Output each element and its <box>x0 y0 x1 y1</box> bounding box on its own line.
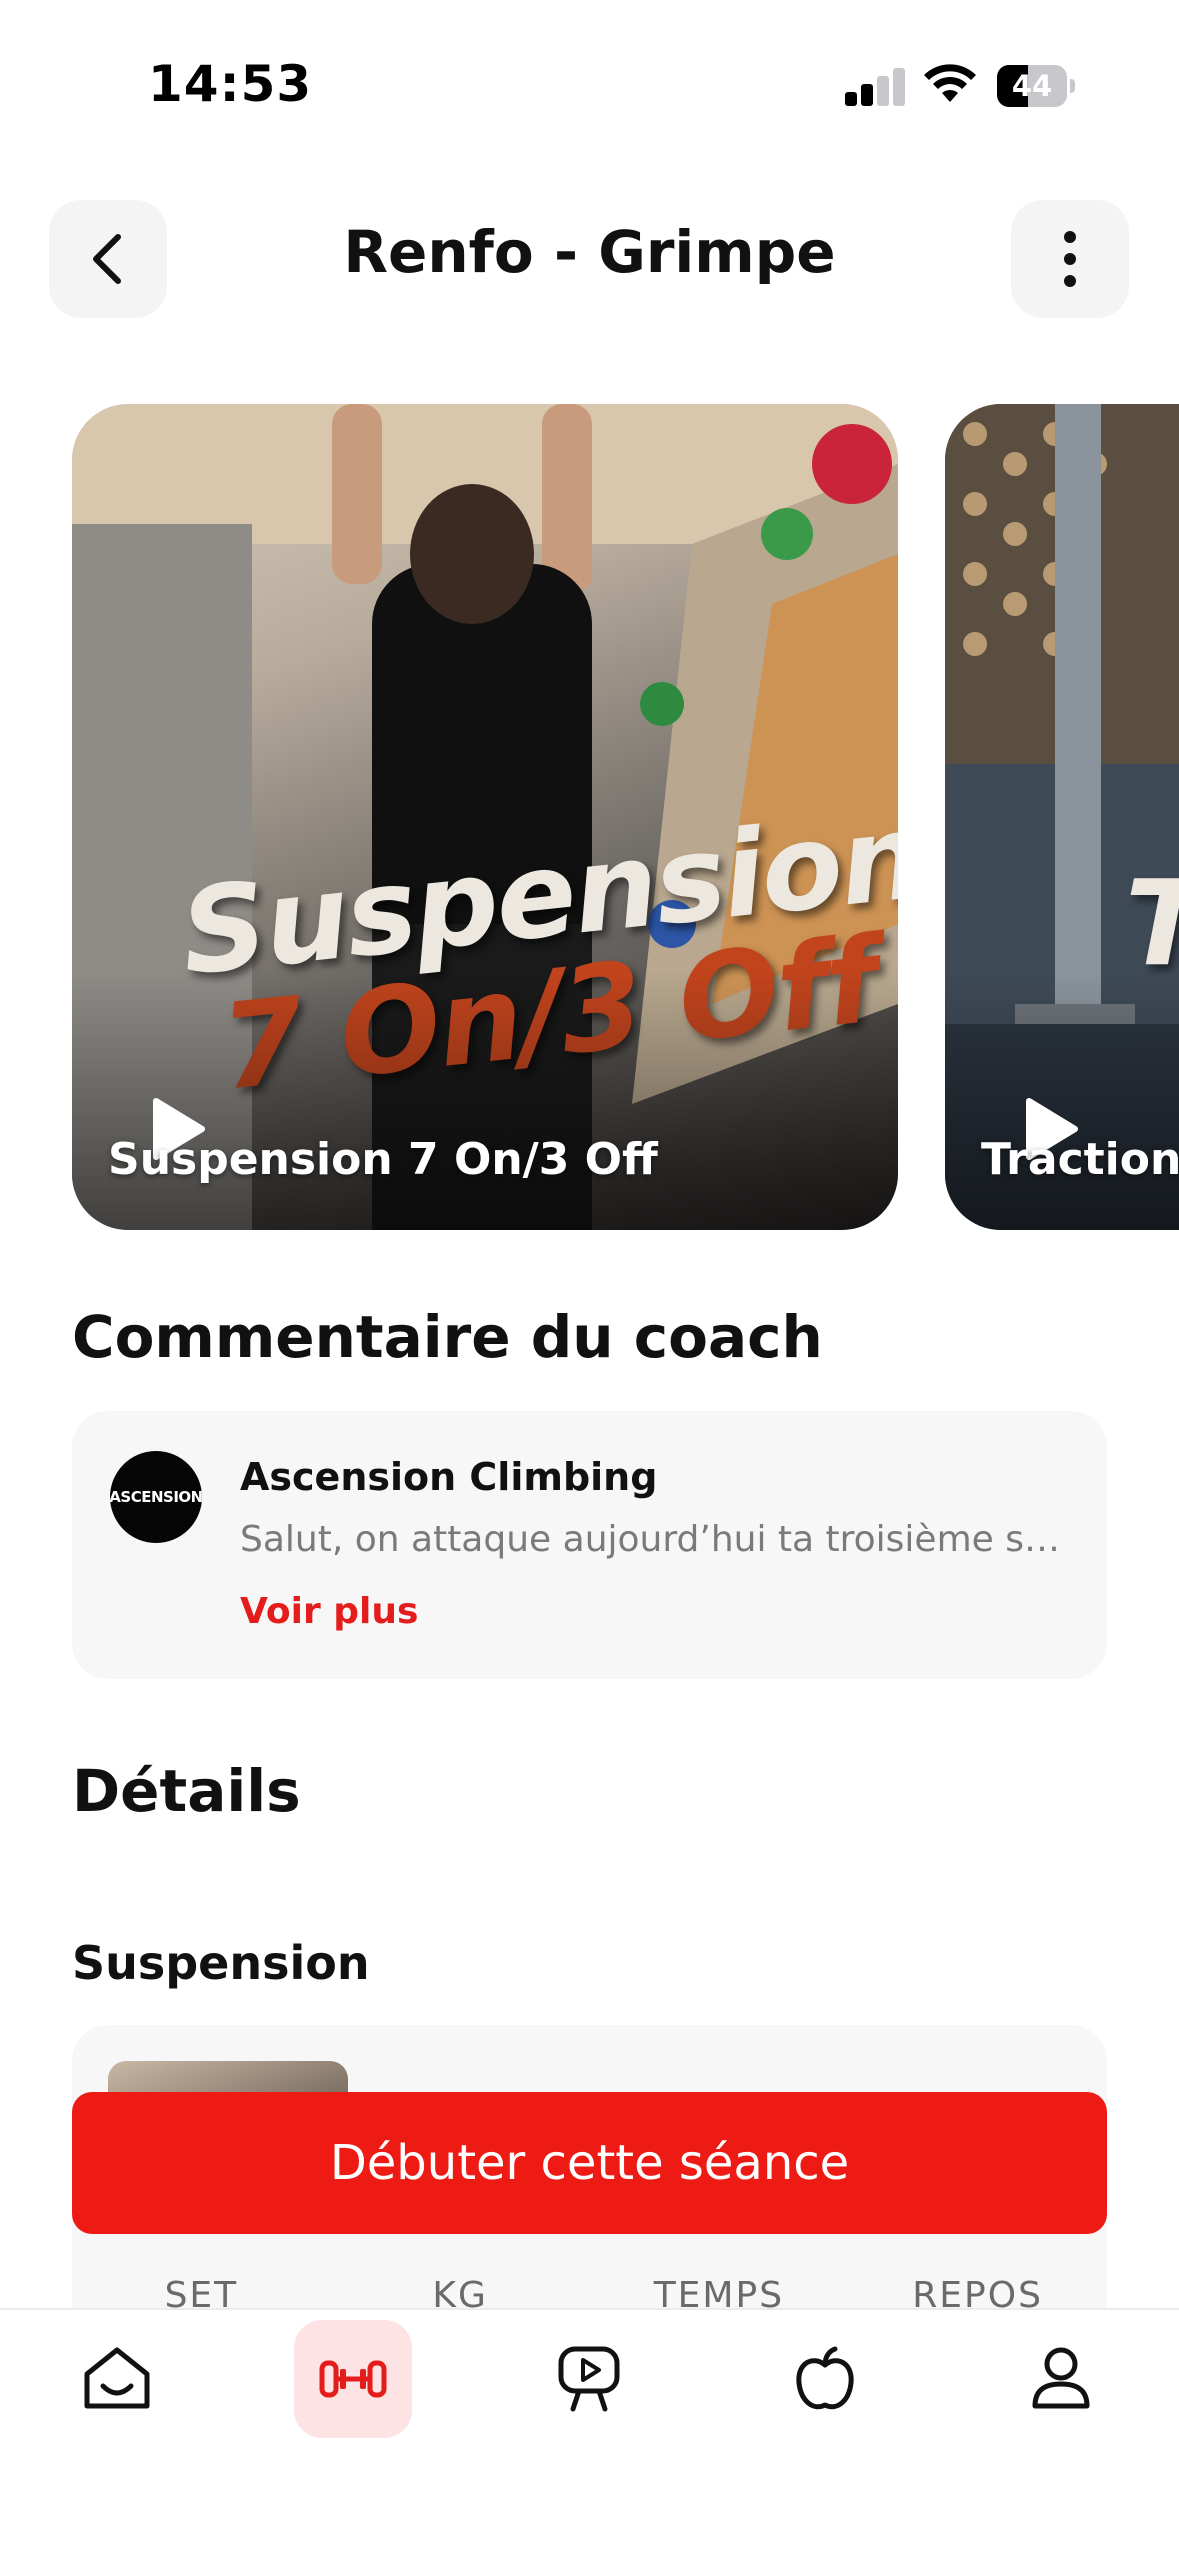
battery-level: 44 <box>1011 69 1053 103</box>
coach-comment-card: ASCENSION Ascension Climbing Salut, on a… <box>72 1411 1107 1679</box>
see-more-link[interactable]: Voir plus <box>240 1591 418 1632</box>
apple-icon <box>796 2346 854 2410</box>
status-bar: 14:53 44 <box>0 0 1179 170</box>
start-session-button[interactable]: Débuter cette séance <box>72 2092 1107 2234</box>
video-caption: Suspension 7 On/3 Off <box>108 1134 658 1185</box>
video-card[interactable]: Suspension 7 On/3 Off Suspension 7 On/3 … <box>72 404 898 1230</box>
header: Renfo - Grimpe <box>0 200 1179 322</box>
tab-video[interactable] <box>530 2320 648 2438</box>
tab-nutrition[interactable] <box>766 2320 884 2438</box>
details-title: Détails <box>72 1757 301 1825</box>
dumbbell-icon <box>319 2360 387 2398</box>
video-carousel[interactable]: Suspension 7 On/3 Off Suspension 7 On/3 … <box>0 404 1179 1230</box>
video-caption: Traction <box>981 1134 1179 1185</box>
more-options-button[interactable] <box>1011 200 1129 318</box>
user-icon <box>1032 2347 1090 2409</box>
cellular-signal-icon <box>845 66 905 106</box>
coach-comment-title: Commentaire du coach <box>72 1303 823 1371</box>
battery-icon: 44 <box>997 65 1075 107</box>
coach-message: Salut, on attaque aujourd’hui ta troisiè… <box>240 1519 1080 1560</box>
tab-workout[interactable] <box>294 2320 412 2438</box>
status-time: 14:53 <box>148 55 313 113</box>
tab-profile[interactable] <box>1002 2320 1120 2438</box>
video-card[interactable]: T Traction <box>945 404 1179 1230</box>
video-play-icon <box>558 2346 620 2412</box>
home-icon <box>84 2347 150 2409</box>
tab-home[interactable] <box>58 2320 176 2438</box>
wifi-icon <box>924 64 976 102</box>
avatar: ASCENSION <box>110 1451 202 1543</box>
exercise-title: Suspension <box>72 1936 370 1990</box>
page-title: Renfo - Grimpe <box>343 218 836 286</box>
tab-bar <box>0 2308 1179 2556</box>
avatar-logo-text: ASCENSION <box>110 1488 202 1506</box>
more-vertical-icon <box>1064 231 1076 287</box>
coach-name: Ascension Climbing <box>240 1455 658 1499</box>
